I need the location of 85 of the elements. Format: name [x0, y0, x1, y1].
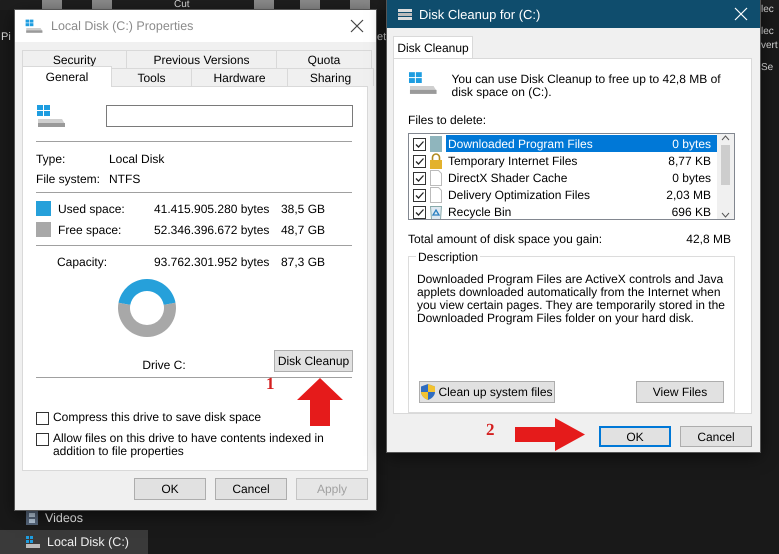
group-title: Description — [416, 250, 480, 264]
caret-up-icon[interactable] — [721, 134, 730, 142]
shield-icon — [421, 384, 436, 400]
toolbar-icon[interactable] — [252, 0, 276, 9]
package-icon — [429, 136, 443, 152]
checkbox[interactable] — [413, 154, 426, 168]
caret-down-icon[interactable] — [721, 211, 730, 220]
ribbon-label[interactable]: Cut — [174, 0, 190, 10]
arrow-icon — [515, 418, 585, 451]
dialog-button[interactable]: Cancel — [215, 478, 287, 500]
ribbon-label[interactable]: Pi — [1, 31, 11, 43]
drive-icon — [25, 18, 43, 34]
description-text: Downloaded Program Files are ActiveX controls and Java applets downloaded automatically from the Internet when you view certain pages. They are temporarily stored in the Downloaded Program Files folder on your hard disk. — [417, 273, 726, 326]
tab[interactable]: Disk Cleanup — [393, 36, 473, 58]
dialog-button[interactable]: OK — [599, 426, 671, 447]
recycle-bin-icon — [429, 204, 443, 220]
drive-icon — [408, 71, 438, 95]
step-number: 2 — [486, 420, 494, 440]
file-icon — [429, 170, 443, 186]
ribbon-label[interactable]: et — [377, 31, 386, 43]
action-button[interactable]: View Files — [636, 381, 724, 403]
checkbox-label: Allow files on this drive to have contents indexed in addition to file properties — [53, 432, 325, 458]
window-title: Disk Cleanup for (C:) — [419, 6, 542, 22]
checkbox[interactable] — [36, 412, 49, 425]
space-size: 48,7 GB — [281, 222, 326, 236]
sidebar-item[interactable]: Videos — [0, 506, 148, 530]
file-row[interactable]: Recycle Bin 696 KB — [446, 203, 717, 220]
checkbox[interactable] — [413, 172, 426, 184]
tab[interactable]: Quota — [276, 50, 372, 68]
checkbox[interactable] — [413, 188, 426, 202]
file-row[interactable]: DirectX Shader Cache 0 bytes — [446, 169, 717, 186]
dialog-button[interactable]: Cancel — [680, 426, 752, 447]
action-button[interactable]: Clean up system files — [419, 381, 555, 403]
total-label: Total amount of disk space you gain: — [408, 232, 602, 246]
space-bytes: 41.415.905.280 bytes — [154, 202, 270, 216]
space-size: 38,5 GB — [281, 202, 326, 216]
menu-item[interactable]: lec — [761, 26, 774, 37]
checkbox-label: Compress this drive to save disk space — [53, 411, 262, 424]
cleanup-icon — [397, 7, 413, 21]
toolbar-icon[interactable] — [348, 0, 372, 9]
menu-item[interactable]: vert — [761, 40, 778, 51]
donut-slice — [118, 302, 176, 337]
capacity-label: Capacity: — [56, 255, 108, 269]
menu-item[interactable]: Se — [761, 62, 774, 73]
total-value: 42,8 MB — [686, 232, 731, 246]
info-value: Local Disk — [109, 152, 166, 166]
film-icon — [26, 511, 38, 525]
donut-slice — [118, 279, 176, 305]
arrow-icon — [297, 378, 343, 426]
toolbar-icon[interactable] — [90, 0, 114, 9]
checkbox[interactable] — [36, 433, 49, 446]
dialog-button[interactable]: OK — [134, 478, 206, 500]
drive-icon — [36, 104, 66, 128]
space-label: Used space: — [58, 202, 126, 216]
info-label: Type: — [36, 152, 66, 166]
space-bytes: 52.346.396.672 bytes — [154, 222, 270, 236]
checkbox[interactable] — [413, 206, 426, 218]
disk-cleanup-button[interactable]: Disk Cleanup — [274, 350, 353, 372]
menu-item[interactable]: lec — [761, 4, 774, 15]
space-label: Free space: — [58, 222, 122, 236]
tab[interactable]: General — [22, 66, 112, 87]
file-icon — [429, 186, 443, 202]
scrollbar[interactable] — [717, 134, 734, 220]
lock-icon — [429, 152, 443, 168]
info-value: NTFS — [109, 172, 142, 186]
capacity-size: 87,3 GB — [281, 255, 326, 269]
file-row[interactable]: Temporary Internet Files 8,77 KB — [446, 152, 717, 169]
toolbar-icon[interactable] — [298, 0, 322, 9]
tab[interactable]: Sharing — [287, 68, 374, 86]
file-row[interactable]: Downloaded Program Files 0 bytes — [446, 135, 717, 152]
drive-name-field[interactable] — [106, 105, 353, 127]
intro-text: You can use Disk Cleanup to free up to 42,8 MB of disk space on (C:). — [452, 71, 722, 99]
file-row[interactable]: Delivery Optimization Files 2,03 MB — [446, 186, 717, 203]
toolbar-icon[interactable] — [40, 0, 64, 9]
sidebar-item[interactable]: Local Disk (C:) — [0, 530, 148, 554]
close-icon[interactable] — [350, 19, 364, 33]
tab[interactable]: Security — [22, 50, 127, 68]
capacity-bytes: 93.762.301.952 bytes — [154, 255, 270, 269]
checkbox[interactable] — [413, 138, 426, 150]
drive-label: Drive C: — [141, 358, 187, 372]
window-title: Local Disk (C:) Properties — [51, 19, 194, 33]
drive-icon — [26, 536, 40, 548]
files-label: Files to delete: — [408, 112, 488, 127]
step-number: 1 — [266, 374, 274, 394]
info-label: File system: — [36, 172, 102, 186]
